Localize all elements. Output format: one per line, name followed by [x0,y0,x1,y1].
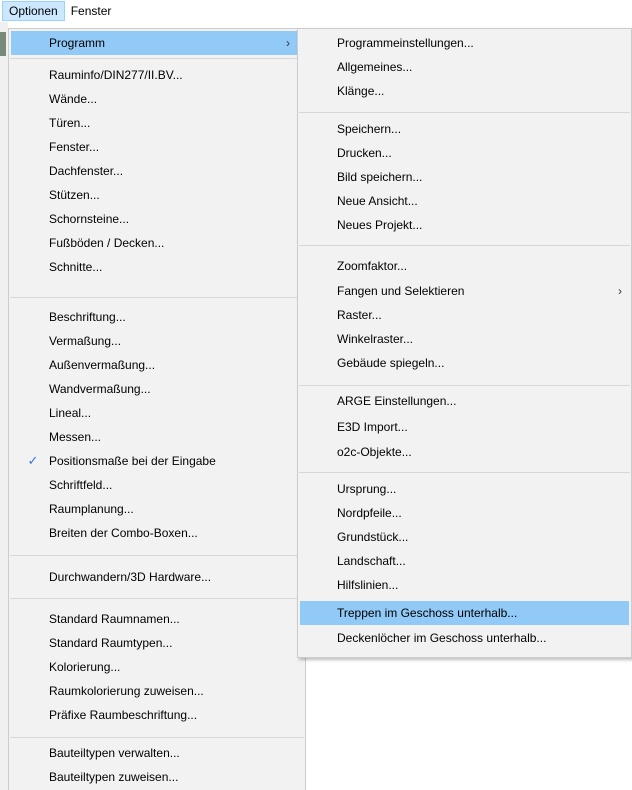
menu-item-ursprung[interactable]: Ursprung... [300,477,629,501]
menu-item-wandvermassung[interactable]: Wandvermaßung... [11,377,303,401]
menu-item-neues-projekt[interactable]: Neues Projekt... [300,213,629,237]
menu-item-beschriftung[interactable]: Beschriftung... [11,305,303,329]
menu-item-fangen-selektieren[interactable]: Fangen und Selektieren › [300,279,629,303]
menu-separator [10,555,304,556]
menu-separator [299,245,630,246]
menu-item-neue-ansicht[interactable]: Neue Ansicht... [300,189,629,213]
background-window-edge [0,22,8,790]
menu-item-standard-raumtypen[interactable]: Standard Raumtypen... [11,631,303,655]
menu-separator [10,598,304,599]
menu-item-label: Fangen und Selektieren [337,284,465,298]
menubar-optionen[interactable]: Optionen [2,1,65,21]
toolbar-icon [0,32,6,56]
menu-item-raumkolorierung[interactable]: Raumkolorierung zuweisen... [11,679,303,703]
menu-item-allgemeines[interactable]: Allgemeines... [300,55,629,79]
menu-item-kolorierung[interactable]: Kolorierung... [11,655,303,679]
chevron-right-icon: › [618,284,622,298]
menu-item-dachfenster[interactable]: Dachfenster... [11,159,303,183]
menu-item-bauteiltypen-zuweisen[interactable]: Bauteiltypen zuweisen... [11,765,303,789]
menubar-fenster[interactable]: Fenster [65,1,118,21]
menu-item-tueren[interactable]: Türen... [11,111,303,135]
menu-item-praefixe[interactable]: Präfixe Raumbeschriftung... [11,703,303,727]
menu-bar: Optionen Fenster [0,0,632,22]
menu-item-gebaeude-spiegeln[interactable]: Gebäude spiegeln... [300,351,629,375]
menu-item-grundstueck[interactable]: Grundstück... [300,525,629,549]
menu-item-schnitte[interactable]: Schnitte... [11,255,303,279]
menu-item-schornsteine[interactable]: Schornsteine... [11,207,303,231]
menu-item-messen[interactable]: Messen... [11,425,303,449]
menu-item-bauteiltypen-verwalten[interactable]: Bauteiltypen verwalten... [11,741,303,765]
menu-item-fenster[interactable]: Fenster... [11,135,303,159]
menu-item-aussenvermassung[interactable]: Außenvermaßung... [11,353,303,377]
menu-item-speichern[interactable]: Speichern... [300,117,629,141]
menu-item-raumplanung[interactable]: Raumplanung... [11,497,303,521]
optionen-menu: Programm › Rauminfo/DIN277/II.BV... Wänd… [8,28,306,790]
menu-separator [299,385,630,386]
menu-item-winkelraster[interactable]: Winkelraster... [300,327,629,351]
menu-item-schriftfeld[interactable]: Schriftfeld... [11,473,303,497]
menu-item-vermassung[interactable]: Vermaßung... [11,329,303,353]
menu-item-durchwandern[interactable]: Durchwandern/3D Hardware... [11,565,303,589]
menu-item-nordpfeile[interactable]: Nordpfeile... [300,501,629,525]
menu-item-bild-speichern[interactable]: Bild speichern... [300,165,629,189]
menu-separator [299,472,630,473]
menu-item-e3d-import[interactable]: E3D Import... [300,415,629,439]
menu-item-landschaft[interactable]: Landschaft... [300,549,629,573]
checkmark-icon: ✓ [27,453,39,468]
menu-item-lineal[interactable]: Lineal... [11,401,303,425]
menu-item-positionsmasse[interactable]: ✓ Positionsmaße bei der Eingabe [11,449,303,473]
menu-separator [10,297,304,298]
menu-item-treppen-geschoss[interactable]: Treppen im Geschoss unterhalb... [300,601,629,625]
menu-item-klaenge[interactable]: Klänge... [300,79,629,103]
menu-separator [10,58,304,59]
programm-submenu: Programmeinstellungen... Allgemeines... … [297,28,632,658]
chevron-right-icon: › [286,36,290,50]
menu-item-deckenloecher-geschoss[interactable]: Deckenlöcher im Geschoss unterhalb... [300,626,629,650]
menu-item-o2c-objekte[interactable]: o2c-Objekte... [300,440,629,464]
menu-item-stuetzen[interactable]: Stützen... [11,183,303,207]
menu-separator [10,737,304,738]
menu-item-rauminfo[interactable]: Rauminfo/DIN277/II.BV... [11,63,303,87]
menu-item-programmeinstellungen[interactable]: Programmeinstellungen... [300,31,629,55]
menu-item-label: Programm [49,36,106,50]
menu-item-drucken[interactable]: Drucken... [300,141,629,165]
menu-item-raster[interactable]: Raster... [300,303,629,327]
menu-item-arge-einstellungen[interactable]: ARGE Einstellungen... [300,389,629,413]
menu-item-waende[interactable]: Wände... [11,87,303,111]
menu-item-breiten-combo[interactable]: Breiten der Combo-Boxen... [11,521,303,545]
menu-item-zoomfaktor[interactable]: Zoomfaktor... [300,254,629,278]
menu-item-label: Positionsmaße bei der Eingabe [49,454,216,468]
menu-item-fussboeden[interactable]: Fußböden / Decken... [11,231,303,255]
menu-item-standard-raumnamen[interactable]: Standard Raumnamen... [11,607,303,631]
menu-item-hilfslinien[interactable]: Hilfslinien... [300,573,629,597]
menu-item-programm[interactable]: Programm › [11,31,303,55]
menu-separator [299,112,630,113]
